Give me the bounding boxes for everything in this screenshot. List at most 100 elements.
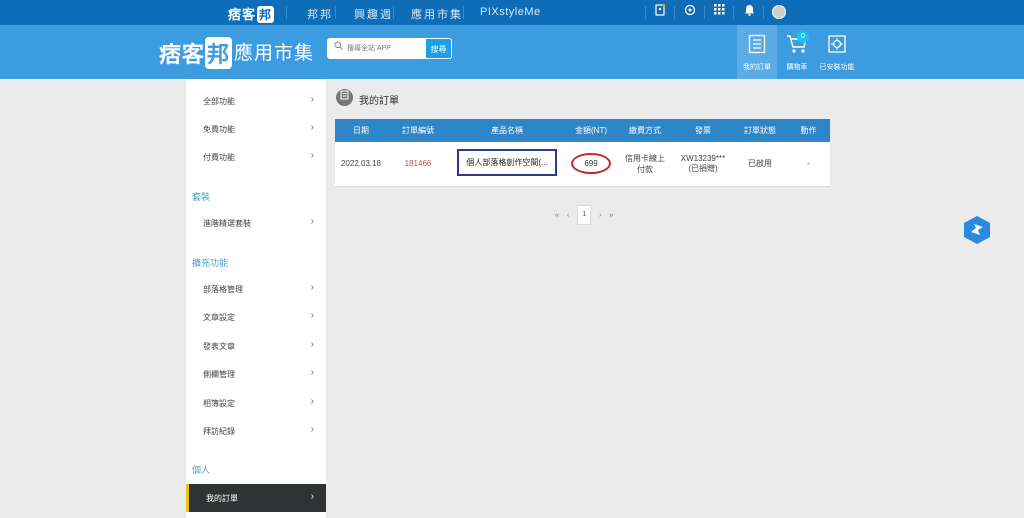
sidebar-item-label: 側欄管理 xyxy=(203,370,235,379)
sidebar-item-advanced-package[interactable]: 進階精選套裝 › xyxy=(186,209,326,237)
topnav-item-pixstyleme[interactable]: PIXstyleMe xyxy=(480,6,541,18)
chevron-right-icon: › xyxy=(310,339,314,350)
order-payment-line1: 信用卡線上 xyxy=(625,153,665,163)
search-box xyxy=(327,38,425,59)
table-row: 2022.03.18 181466 個人部落格創作空間(... 699 信用卡線… xyxy=(335,142,830,187)
sidebar-item-visit-log[interactable]: 拜訪紀錄 › xyxy=(186,417,326,445)
floating-bird-icon[interactable] xyxy=(963,215,991,245)
col-order-no: 訂單編號 xyxy=(387,119,449,142)
cart-button[interactable]: 0 購物車 xyxy=(780,25,814,79)
bookmark-icon[interactable] xyxy=(652,3,668,20)
first-page-button[interactable]: « xyxy=(555,212,559,219)
next-page-button[interactable]: › xyxy=(599,212,601,219)
order-number[interactable]: 181466 xyxy=(387,142,449,187)
brand-logo[interactable]: 痞客邦 xyxy=(159,37,233,69)
installed-apps-label: 已安裝功能 xyxy=(819,64,855,71)
sidebar-item-label: 全部功能 xyxy=(203,97,235,106)
chevron-right-icon: › xyxy=(310,94,314,105)
chevron-right-icon: › xyxy=(310,491,314,502)
last-page-button[interactable]: » xyxy=(609,212,613,219)
my-orders-button[interactable]: 我的訂單 xyxy=(737,25,777,79)
sidebar-item-label: 相簿設定 xyxy=(203,399,235,408)
chevron-right-icon: › xyxy=(310,367,314,378)
section-package: 套裝 xyxy=(192,192,211,202)
avatar[interactable] xyxy=(772,5,786,19)
divider xyxy=(286,6,287,19)
search-icon xyxy=(334,41,343,53)
order-status: 已啟用 xyxy=(733,142,787,187)
order-invoice-cell: XW13239*** (已捐贈) xyxy=(673,142,733,187)
chevron-right-icon: › xyxy=(310,216,314,227)
brand-mark: 邦 xyxy=(205,37,233,69)
table-header-row: 日期 訂單編號 產品名稱 金額(NT) 繳費方式 發票 訂單狀態 動作 xyxy=(335,119,830,142)
sidebar-item-label: 進階精選套裝 xyxy=(203,219,251,228)
divider xyxy=(674,6,675,19)
bell-icon[interactable] xyxy=(741,4,757,20)
app-market-header: 痞客邦 應用市集 搜尋 我的訂單 0 購物車 已安裝功能 xyxy=(0,25,1024,79)
section-extensions: 擴充功能 xyxy=(192,258,229,268)
order-page-icon xyxy=(336,89,353,106)
section-personal: 個人 xyxy=(192,465,211,475)
col-product: 產品名稱 xyxy=(449,119,565,142)
installed-apps-button[interactable]: 已安裝功能 xyxy=(816,25,858,79)
search-input[interactable] xyxy=(347,41,421,56)
cart-count-badge: 0 xyxy=(797,31,809,43)
sidebar-item-all[interactable]: 全部功能 › xyxy=(186,87,326,115)
topnav-item-appmarket[interactable]: 應用市集 xyxy=(411,6,463,22)
sidebar-item-my-orders[interactable]: 我的訂單 › xyxy=(186,484,326,512)
order-invoice-status: (已捐贈) xyxy=(688,163,718,173)
topnav-item-bangbang[interactable]: 邦邦 xyxy=(307,6,333,22)
col-payment: 繳費方式 xyxy=(617,119,673,142)
page-title: 我的訂單 xyxy=(359,96,399,107)
sidebar-item-label: 免費功能 xyxy=(203,125,235,134)
orders-table: 日期 訂單編號 產品名稱 金額(NT) 繳費方式 發票 訂單狀態 動作 2022… xyxy=(335,119,830,187)
col-action: 動作 xyxy=(787,119,830,142)
divider xyxy=(335,6,336,19)
chevron-right-icon: › xyxy=(310,282,314,293)
order-payment-line2: 付款 xyxy=(637,164,653,174)
order-product-cell: 個人部落格創作空間(... xyxy=(449,142,565,187)
sidebar-item-article-settings[interactable]: 文章設定 › xyxy=(186,303,326,331)
sidebar-item-label: 付費功能 xyxy=(203,153,235,162)
col-invoice: 發票 xyxy=(673,119,733,142)
topnav-item-interest[interactable]: 興趣週 xyxy=(354,6,393,22)
pixnet-logo[interactable]: 痞客邦 xyxy=(228,4,275,23)
search-icon[interactable] xyxy=(682,4,698,20)
order-date: 2022.03.18 xyxy=(335,142,387,187)
divider xyxy=(733,6,734,19)
order-invoice-number: XW13239*** xyxy=(680,153,726,163)
search-button[interactable]: 搜尋 xyxy=(425,38,452,59)
divider xyxy=(463,6,464,19)
divider xyxy=(393,6,394,19)
divider xyxy=(763,6,764,19)
sidebar-item-blog-manage[interactable]: 部落格管理 › xyxy=(186,275,326,303)
sidebar-item-label: 拜訪紀錄 xyxy=(203,427,235,436)
prev-page-button[interactable]: ‹ xyxy=(567,212,569,219)
sidebar-item-album-settings[interactable]: 相簿設定 › xyxy=(186,389,326,417)
sidebar-item-label: 發表文章 xyxy=(203,342,235,351)
logo-text: 痞客 xyxy=(228,7,257,22)
sidebar-item-paid[interactable]: 付費功能 › xyxy=(186,143,326,171)
chevron-right-icon: › xyxy=(310,122,314,133)
chevron-right-icon: › xyxy=(310,310,314,321)
order-amount: 699 xyxy=(571,153,611,175)
cart-label: 購物車 xyxy=(786,64,808,71)
pagination: « ‹ 1 › » xyxy=(552,205,616,225)
chevron-right-icon: › xyxy=(310,424,314,435)
order-payment-cell: 信用卡線上 付款 xyxy=(617,142,673,187)
apps-grid-icon[interactable] xyxy=(711,4,727,20)
sidebar-item-sidebar-manage[interactable]: 側欄管理 › xyxy=(186,360,326,388)
sidebar: 全部功能 › 免費功能 › 付費功能 › 套裝 進階精選套裝 › 擴充功能 部落格管理 ›… xyxy=(186,79,326,518)
col-date: 日期 xyxy=(335,119,387,142)
sidebar-item-publish-article[interactable]: 發表文章 › xyxy=(186,332,326,360)
top-navbar: 痞客邦 邦邦 興趣週 應用市集 PIXstyleMe xyxy=(0,0,1024,25)
installed-apps-icon xyxy=(816,34,858,59)
logo-mark: 邦 xyxy=(257,6,275,23)
sidebar-item-free[interactable]: 免費功能 › xyxy=(186,115,326,143)
my-orders-label: 我的訂單 xyxy=(743,64,771,71)
order-product-name[interactable]: 個人部落格創作空間(... xyxy=(457,149,557,177)
col-status: 訂單狀態 xyxy=(733,119,787,142)
sidebar-item-label: 部落格管理 xyxy=(203,285,243,294)
divider xyxy=(645,6,646,19)
page-number-button[interactable]: 1 xyxy=(577,205,592,225)
